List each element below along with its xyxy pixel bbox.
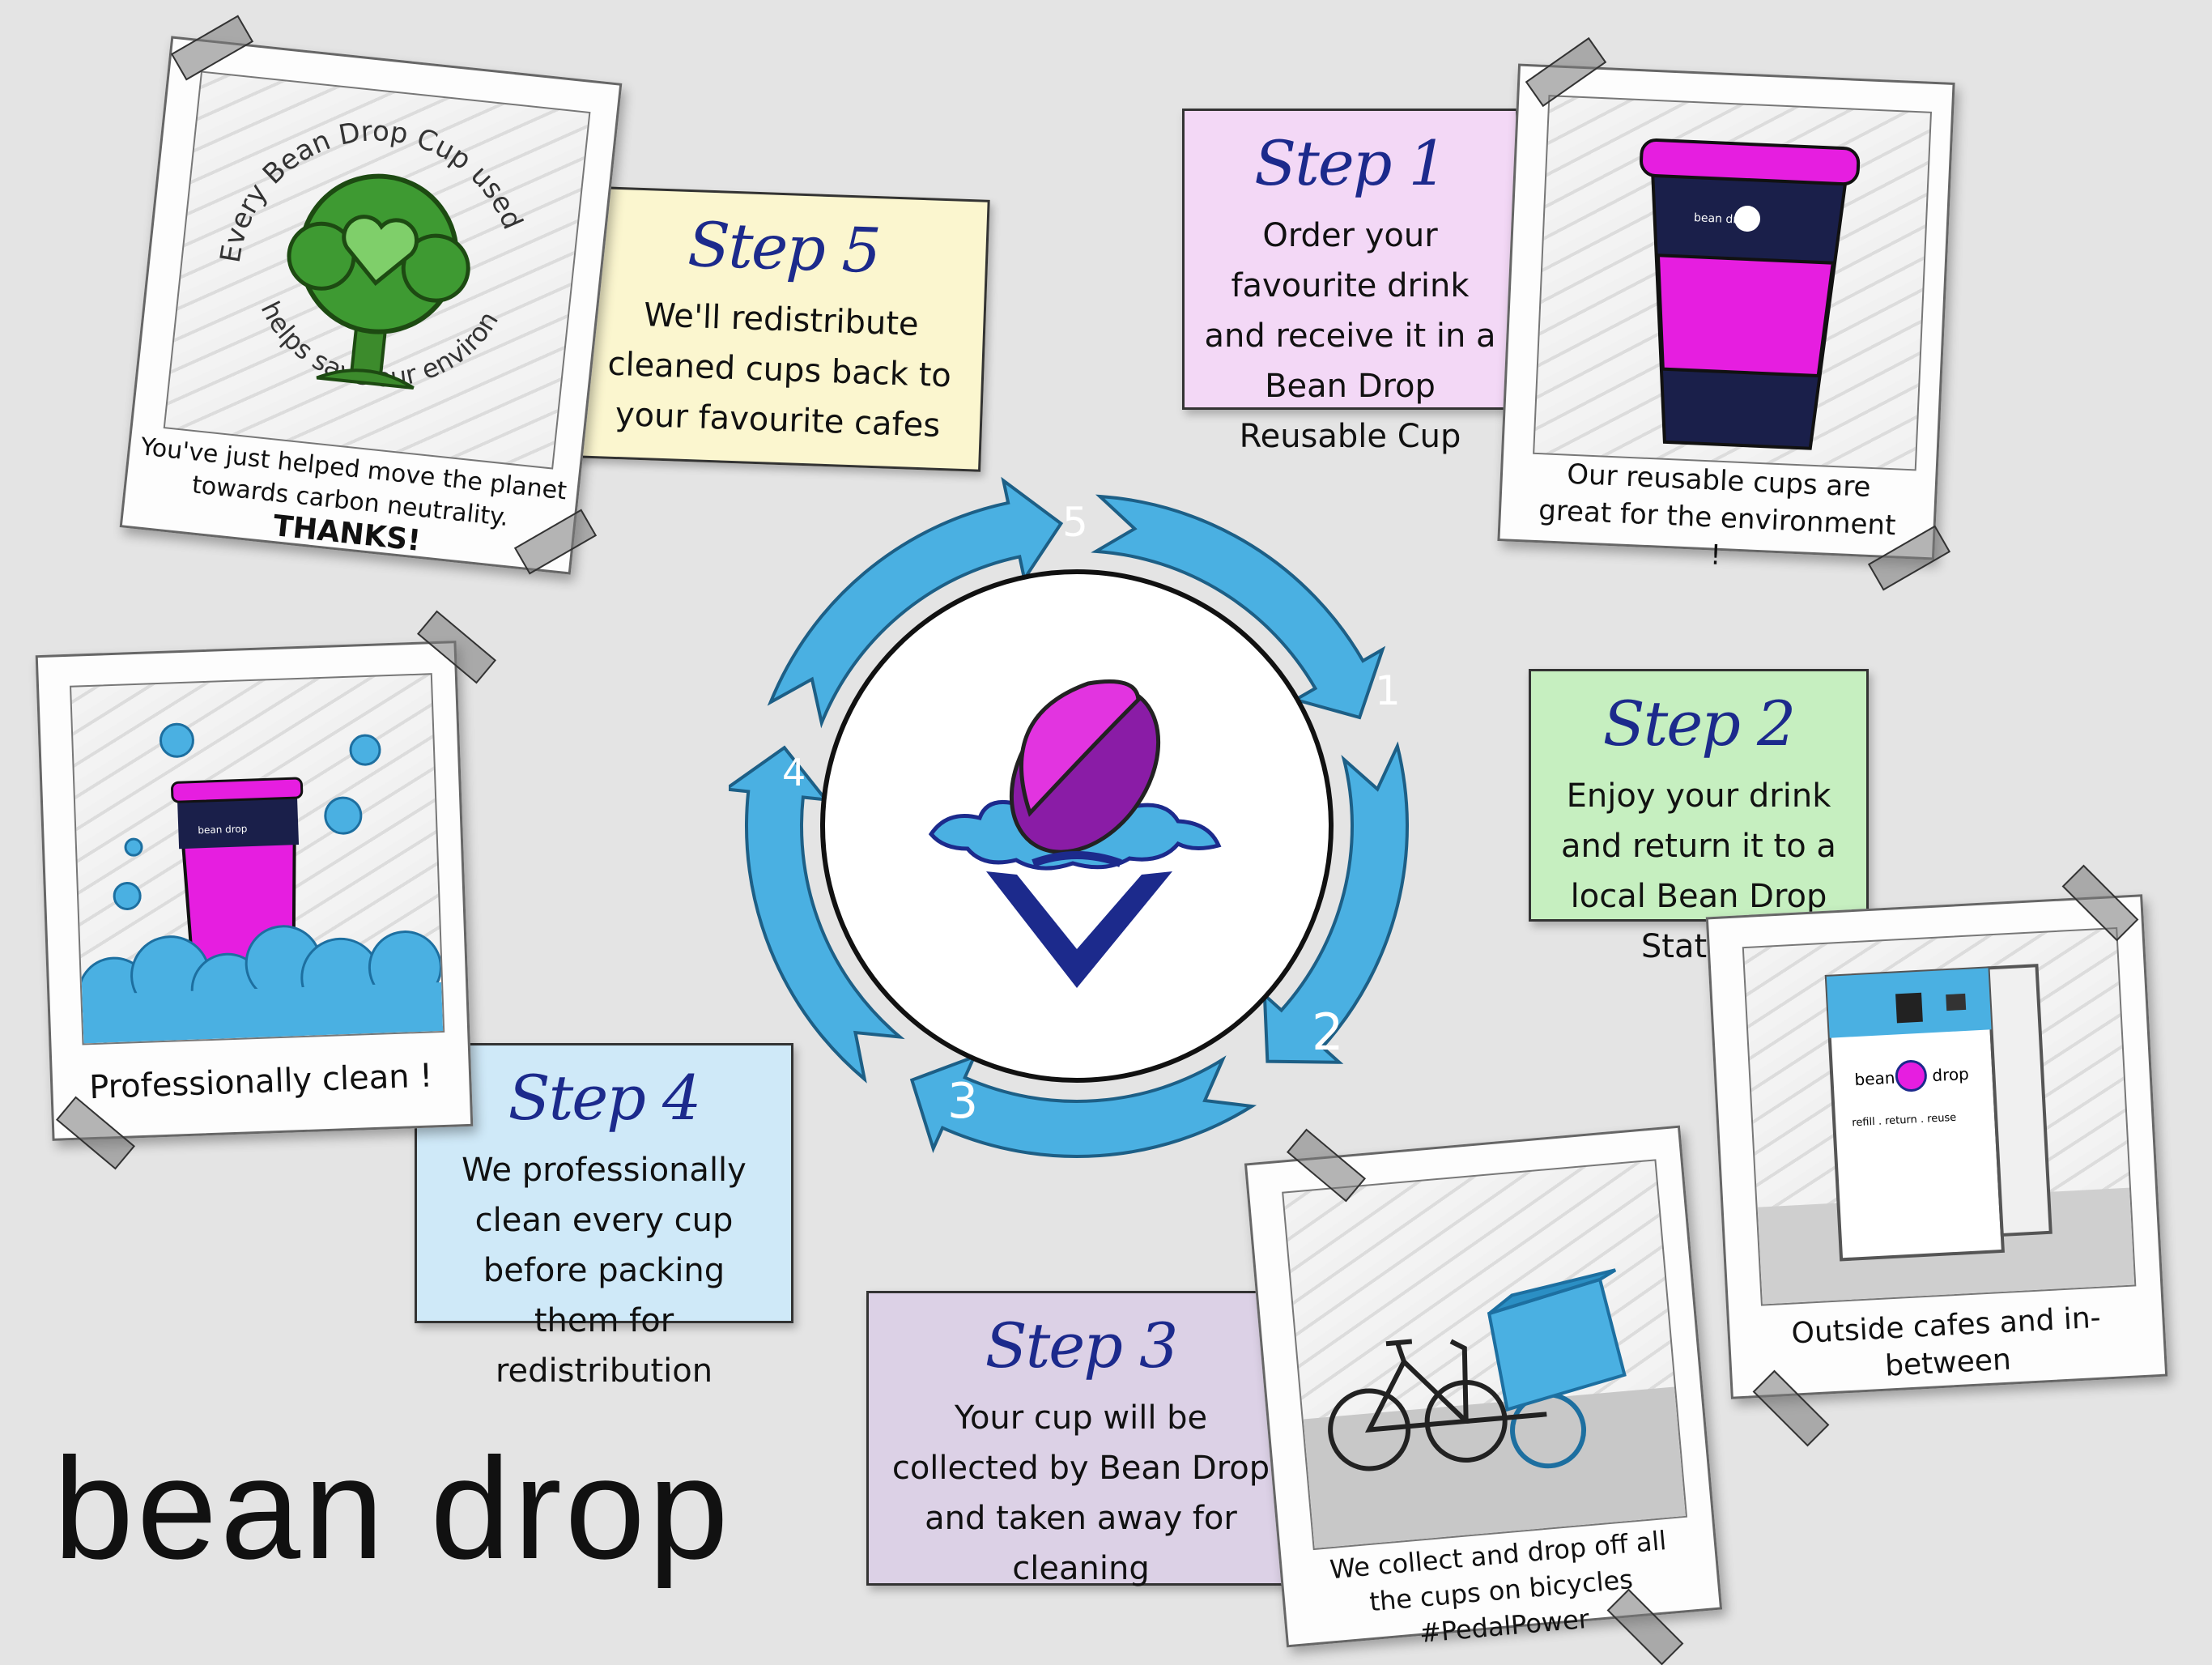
clean-caption: Professionally clean !: [88, 1057, 434, 1107]
tree-illustration: Every Bean Drop Cup used helps save our …: [164, 70, 538, 405]
step-3-title: Step 3: [985, 1309, 1179, 1382]
station-label-right: drop: [1932, 1064, 1970, 1085]
cleaning-illustration: bean drop: [77, 722, 444, 1044]
cargo-bike-illustration: [1303, 1268, 1686, 1548]
step-2-title: Step 2: [1602, 688, 1797, 760]
station-photo: bean drop refill . return . reuse: [1742, 926, 2137, 1306]
cycle-diagram: 5 1 2 3 4: [729, 476, 1409, 1158]
polaroid-cargo-bike: We collect and drop off all the cups on …: [1244, 1125, 1723, 1649]
station-caption: Outside cafes and in-between: [1790, 1301, 2102, 1383]
clean-photo: bean drop: [70, 673, 445, 1045]
bike-photo: [1282, 1159, 1688, 1551]
station-logo-icon: [1895, 1060, 1927, 1092]
brand-wordmark: bean drop: [53, 1428, 732, 1589]
cycle-number-1: 1: [1375, 667, 1401, 714]
cup-label: bean drop: [1694, 211, 1752, 227]
cycle-number-5: 5: [1062, 499, 1088, 546]
step-5-title: Step 5: [687, 207, 881, 287]
station-label-left: bean: [1854, 1068, 1895, 1090]
cup-photo: bean drop: [1533, 95, 1933, 471]
cycle-number-4: 4: [782, 751, 806, 794]
foam-icon: [77, 925, 444, 1044]
cycle-number-3: 3: [947, 1073, 978, 1130]
step-5-note: Step 5 We'll redistribute cleaned cups b…: [572, 185, 990, 472]
step-3-text: Your cup will be collected by Bean Drop …: [891, 1399, 1270, 1587]
step-3-note: Step 3 Your cup will be collected by Bea…: [866, 1291, 1295, 1587]
tree-photo: Every Bean Drop Cup used helps save our …: [163, 70, 591, 470]
step-4-title: Step 4: [508, 1062, 702, 1134]
polaroid-professionally-clean: bean drop Professionally clean !: [35, 641, 474, 1141]
reusable-cup-illustration: bean drop: [1640, 138, 1861, 450]
polaroid-tree: Every Bean Drop Cup used helps save our …: [119, 36, 623, 575]
polaroid-bean-drop-station: bean drop refill . return . reuse Outsid…: [1705, 894, 2168, 1399]
step-5-text: We'll redistribute cleaned cups back to …: [606, 296, 952, 445]
step-4-text: We professionally clean every cup before…: [462, 1152, 747, 1390]
clean-cup-label: bean drop: [198, 823, 247, 836]
polaroid-reusable-cup: bean drop Our reusable cups are great fo…: [1497, 63, 1955, 572]
step-2-note: Step 2 Enjoy your drink and return it to…: [1529, 669, 1869, 965]
step-1-text: Order your favourite drink and receive i…: [1204, 217, 1496, 455]
step-1-title: Step 1: [1254, 127, 1448, 199]
station-illustration: bean drop refill . return . reuse: [1757, 964, 2135, 1305]
cycle-number-2: 2: [1312, 1003, 1343, 1062]
step-1-note: Step 1 Order your favourite drink and re…: [1182, 109, 1518, 455]
